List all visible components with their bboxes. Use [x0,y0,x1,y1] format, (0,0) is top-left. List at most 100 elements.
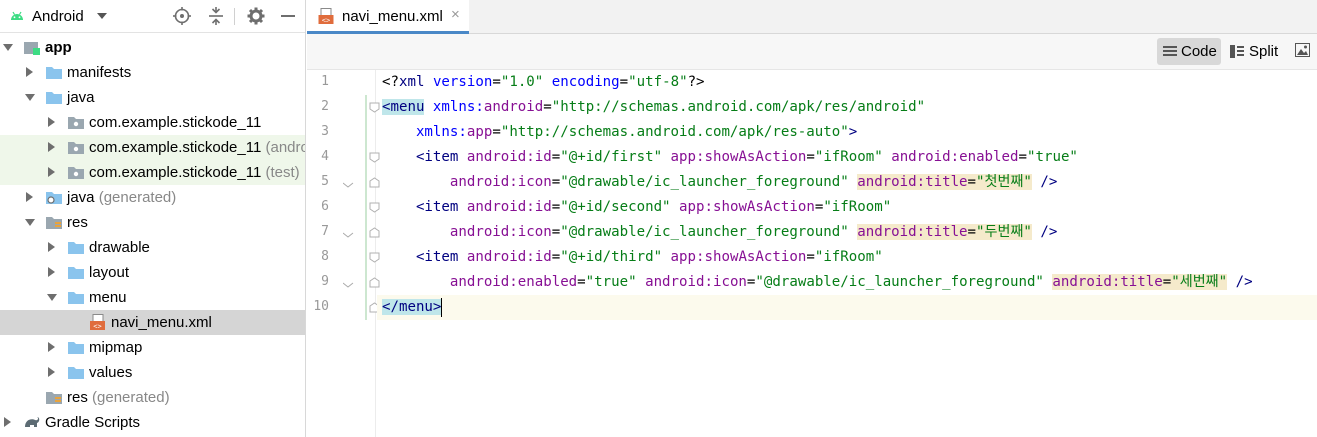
gear-icon[interactable] [246,6,266,26]
text-cursor [441,297,443,317]
tree-item-label: values [89,364,132,381]
locate-file-icon[interactable] [172,6,192,26]
line-number: 4 [321,149,329,164]
chevron-right-icon[interactable] [48,167,55,177]
chevron-right-icon[interactable] [48,117,55,127]
tree-item-java[interactable]: java [0,85,305,110]
code-line-6: <item android:id="@+id/second" app:showA… [382,199,892,215]
code-mode-label: Code [1181,43,1217,60]
tab-navi-menu-xml[interactable]: <> navi_menu.xml × [307,0,469,34]
chevron-right-icon[interactable] [26,67,33,77]
project-panel: Android app manifests java com.example.s… [0,0,306,437]
gutter-marker-icon [343,282,354,288]
chevron-right-icon[interactable] [48,242,55,252]
package-icon [67,164,85,180]
tree-item-java[interactable]: java (generated) [0,185,305,210]
project-panel-header: Android [0,0,305,33]
tree-item-navi-menu-xml[interactable]: <> navi_menu.xml [0,310,305,335]
tree-item-mipmap[interactable]: mipmap [0,335,305,360]
chevron-right-icon[interactable] [26,192,33,202]
chevron-down-icon[interactable] [25,219,35,226]
folder-icon [67,289,85,305]
tree-item-res[interactable]: res [0,210,305,235]
chevron-down-icon[interactable] [97,13,107,19]
gutter-marker-icon [343,182,354,188]
tab-label: navi_menu.xml [342,8,443,25]
close-icon[interactable]: × [451,6,460,23]
code-mode-button[interactable]: Code [1157,38,1221,65]
collapse-all-icon[interactable] [206,6,226,26]
code-line-9: android:enabled="true" android:icon="@dr… [382,274,1253,290]
package-icon [67,139,85,155]
generated-folder-icon [45,189,63,205]
tree-item-res[interactable]: res (generated) [0,385,305,410]
divider [234,8,235,25]
tree-item-name: navi_menu.xml [111,314,212,331]
tree-item-label: com.example.stickode_11 [89,114,261,131]
tree-item-label: java [67,89,95,106]
code-line-8: <item android:id="@+id/third" app:showAs… [382,249,883,265]
line-number: 8 [321,249,329,264]
tree-item-menu[interactable]: menu [0,285,305,310]
tree-item-name: com.example.stickode_11 [89,164,262,181]
tree-item-name: res [67,389,88,406]
package-icon [67,114,85,130]
tree-item-label: res (generated) [67,389,170,406]
chevron-right-icon[interactable] [4,417,11,427]
chevron-right-icon[interactable] [48,367,55,377]
xml-file-icon: <> [89,314,107,330]
tree-item-manifests[interactable]: manifests [0,60,305,85]
code-line-3: xmlns:app="http://schemas.android.com/ap… [382,124,858,140]
tree-item-app[interactable]: app [0,35,305,60]
res-folder-icon [45,214,63,230]
chevron-right-icon[interactable] [48,142,55,152]
tree-item-name: res [67,214,88,231]
tree-item-name: values [89,364,133,381]
svg-text:<>: <> [93,322,101,330]
code-line-10: </menu> [377,295,1317,320]
tree-item-name: java [67,189,95,206]
line-number: 2 [321,99,329,114]
tree-item-suffix: (generated) [98,189,177,206]
tree-item-label: res [67,214,88,231]
tree-item-name: java [67,89,95,106]
line-number: 10 [313,299,329,314]
hide-panel-icon[interactable] [278,6,298,26]
android-icon [11,11,23,20]
editor-area: <> navi_menu.xml × Code Split 1 2 3 4 5 … [307,0,1317,437]
tree-item-name: layout [89,264,130,281]
tree-item-values[interactable]: values [0,360,305,385]
res-folder-icon [45,389,63,405]
design-mode-icon[interactable] [1295,43,1310,57]
tree-item-name: mipmap [89,339,143,356]
tree-item-com-example-stickode-11[interactable]: com.example.stickode_11 [0,110,305,135]
tree-item-com-example-stickode-11[interactable]: com.example.stickode_11 (andro [0,135,305,160]
code-lines-icon [1163,46,1177,56]
folder-icon [67,264,85,280]
tree-item-drawable[interactable]: drawable [0,235,305,260]
code-line-5: android:icon="@drawable/ic_launcher_fore… [382,174,1058,190]
split-mode-button[interactable]: Split [1225,38,1287,65]
module-icon [23,39,41,55]
tree-item-gradle-scripts[interactable]: Gradle Scripts [0,410,305,435]
chevron-right-icon[interactable] [48,267,55,277]
code-area[interactable]: <?xml version="1.0" encoding="utf-8"?> <… [365,70,1317,437]
chevron-down-icon[interactable] [25,94,35,101]
folder-icon [67,239,85,255]
tree-item-label: com.example.stickode_11 (test) [89,164,300,181]
tree-item-layout[interactable]: layout [0,260,305,285]
gradle-icon [23,414,41,430]
line-number: 3 [321,124,329,139]
tree-item-com-example-stickode-11[interactable]: com.example.stickode_11 (test) [0,160,305,185]
tree-item-label: com.example.stickode_11 (andro [89,139,305,156]
chevron-right-icon[interactable] [48,342,55,352]
split-mode-label: Split [1249,43,1279,60]
chevron-down-icon[interactable] [47,294,57,301]
code-line-4: <item android:id="@+id/first" app:showAs… [382,149,1078,165]
tree-item-name: menu [89,289,127,306]
tree-item-name: app [45,39,72,56]
tree-item-label: Gradle Scripts [45,414,140,431]
chevron-down-icon[interactable] [3,44,13,51]
tree-item-label: navi_menu.xml [111,314,212,331]
project-view-selector[interactable]: Android [32,8,84,25]
